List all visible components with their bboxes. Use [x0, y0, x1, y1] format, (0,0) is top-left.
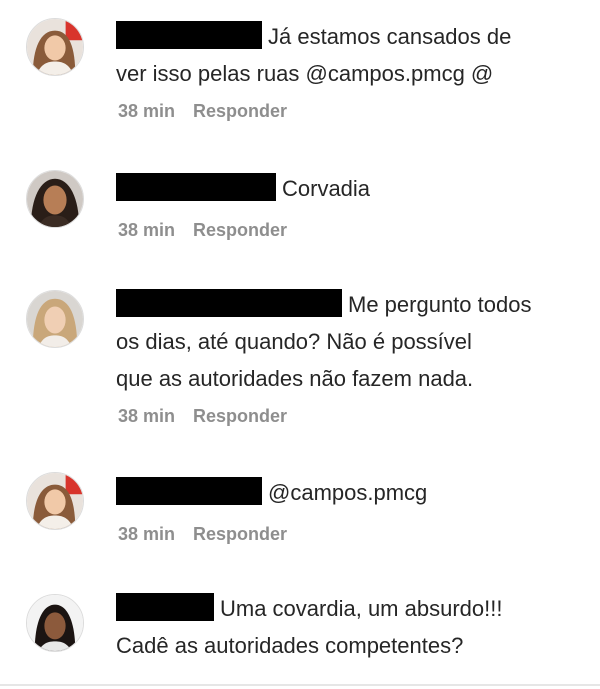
comment-time: 38 min	[118, 406, 176, 426]
comment-meta: 38 min Responder	[118, 220, 287, 241]
comment-text-line2: os dias, até quando? Não é possível	[116, 329, 472, 354]
divider	[0, 684, 600, 686]
comment-text-line1: Me pergunto todos	[348, 292, 532, 317]
redacted-username	[116, 593, 214, 621]
comment-text-line1: Corvadia	[282, 176, 371, 201]
avatar[interactable]	[26, 594, 84, 652]
comment-text-line1: Uma covardia, um absurdo!!!	[220, 596, 503, 621]
comment-text-line1: Já estamos cansados de	[268, 24, 512, 49]
comments-list: Já estamos cansados de ver isso pelas ru…	[0, 0, 600, 689]
comment-text-line1: @campos.pmcg	[268, 480, 428, 505]
comment-text: Já estamos cansados de ver isso pelas ru…	[116, 18, 576, 92]
comment-text: @campos.pmcg	[116, 474, 576, 511]
avatar-photo-icon	[27, 473, 83, 529]
avatar-photo-icon	[27, 291, 83, 347]
comment-text-line3: que as autoridades não fazem nada.	[116, 366, 474, 391]
reply-button[interactable]: Responder	[193, 220, 287, 241]
avatar-photo-icon	[27, 19, 83, 75]
avatar[interactable]	[26, 290, 84, 348]
reply-button[interactable]: Responder	[193, 524, 287, 545]
comment-time: 38 min	[118, 220, 176, 240]
comment-text-line2: Cadê as autoridades competentes?	[116, 633, 464, 658]
reply-button[interactable]: Responder	[193, 101, 287, 122]
avatar[interactable]	[26, 18, 84, 76]
comment-text: Me pergunto todos os dias, até quando? N…	[116, 286, 576, 397]
redacted-username	[116, 477, 262, 505]
redacted-username	[116, 173, 276, 201]
redacted-username	[116, 289, 342, 317]
comment-meta: 38 min Responder	[118, 101, 287, 122]
comment-meta: 38 min Responder	[118, 406, 287, 427]
comment-time: 38 min	[118, 101, 176, 121]
avatar-photo-icon	[27, 595, 83, 651]
comment-meta: 38 min Responder	[118, 524, 287, 545]
avatar[interactable]	[26, 170, 84, 228]
redacted-username	[116, 21, 262, 49]
comment-text: Corvadia	[116, 170, 576, 207]
comment-text-line2: ver isso pelas ruas @campos.pmcg @	[116, 61, 494, 86]
comment-text: Uma covardia, um absurdo!!! Cadê as auto…	[116, 590, 576, 664]
comment-time: 38 min	[118, 524, 176, 544]
reply-button[interactable]: Responder	[193, 406, 287, 427]
avatar-photo-icon	[27, 171, 83, 227]
avatar[interactable]	[26, 472, 84, 530]
